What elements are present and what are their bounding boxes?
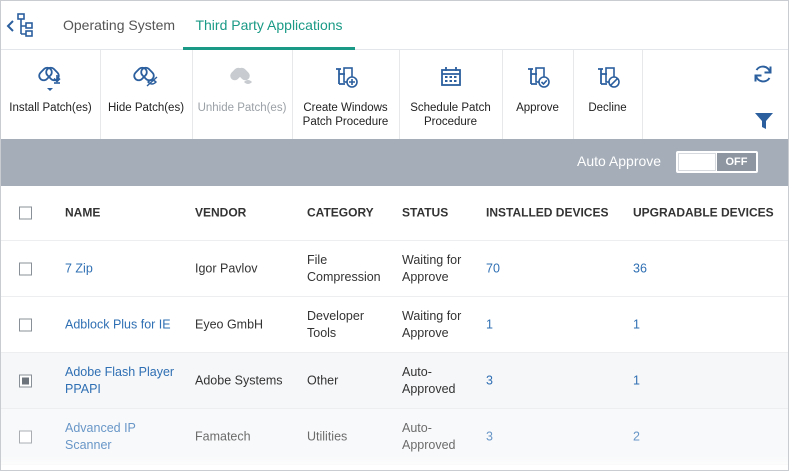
category-cell: Utilities [307, 428, 397, 445]
status-line-1: Waiting for [402, 308, 462, 323]
decline-label: Decline [588, 102, 627, 114]
category-line-1: Developer [307, 308, 364, 323]
status-cell: Auto- Approved [402, 420, 482, 454]
calendar-icon [440, 67, 461, 86]
installed-devices-link[interactable]: 1 [486, 316, 626, 333]
status-line-2: Approved [402, 437, 456, 452]
table-row[interactable]: Adobe Flash Player PPAPI Adobe Systems Ot… [1, 353, 788, 409]
auto-approve-label: Auto Approve [577, 153, 662, 169]
install-patch-icon [37, 66, 61, 91]
status-line-2: Approve [402, 325, 449, 340]
tab-third-party-applications[interactable]: Third Party Applications [183, 1, 355, 50]
label-line-2: Procedure [423, 116, 478, 128]
status-line-1: Auto- [402, 420, 432, 435]
vendor-cell: Igor Pavlov [195, 261, 258, 275]
vendor-cell: Eyeo GmbH [195, 317, 264, 331]
vendor-cell: Famatech [195, 429, 251, 443]
vendor-cell: Adobe Systems [195, 373, 283, 387]
name-line-1: 7 Zip [65, 261, 93, 275]
toggle-knob [678, 153, 716, 171]
decline-icon [597, 67, 620, 88]
table-row[interactable]: 7 Zip Igor Pavlov File Compression Waitin… [1, 241, 788, 297]
application-name-link[interactable]: Advanced IP Scanner [65, 420, 185, 454]
toolbar: Install Patch(es) Hide Patch(es) Unhide … [1, 50, 788, 139]
column-header-name[interactable]: NAME [65, 205, 185, 222]
auto-approve-bar: Auto Approve OFF [1, 139, 788, 186]
decline-button[interactable]: Decline [573, 50, 643, 139]
category-line-2: Tools [307, 325, 337, 340]
application-name-link[interactable]: Adobe Flash Player PPAPI [65, 364, 185, 398]
application-name-link[interactable]: 7 Zip [65, 260, 185, 277]
schedule-patch-procedure-label: Schedule Patch Procedure [399, 101, 502, 129]
applications-table: NAME VENDOR CATEGORY STATUS INSTALLED DE… [1, 186, 788, 465]
category-line-2: Compression [307, 269, 381, 284]
upgradable-devices-link[interactable]: 1 [633, 372, 783, 389]
row-checkbox[interactable] [19, 374, 32, 387]
filter-icon[interactable] [754, 112, 774, 130]
tab-operating-system[interactable]: Operating System [63, 1, 175, 49]
install-patches-button[interactable]: Install Patch(es) [1, 50, 101, 139]
status-line-1: Auto- [402, 364, 432, 379]
category-cell: File Compression [307, 252, 397, 286]
status-line-1: Waiting for [402, 252, 462, 267]
column-header-category[interactable]: CATEGORY [307, 205, 397, 222]
refresh-icon[interactable] [752, 63, 774, 85]
column-header-status[interactable]: STATUS [402, 205, 482, 222]
name-line-2: PPAPI [65, 381, 101, 396]
unhide-patches-button[interactable]: Unhide Patch(es) [192, 50, 293, 139]
column-header-upgradable-devices[interactable]: UPGRADABLE DEVICES [633, 205, 783, 222]
patch-management-panel: Operating System Third Party Application… [0, 0, 789, 471]
hide-patches-label: Hide Patch(es) [107, 102, 185, 114]
toggle-state: OFF [717, 153, 756, 171]
application-name-link[interactable]: Adblock Plus for IE [65, 316, 185, 333]
row-checkbox[interactable] [19, 318, 32, 331]
label-line-1: Schedule Patch [410, 102, 491, 114]
upgradable-devices-link[interactable]: 36 [633, 260, 783, 277]
auto-approve-toggle[interactable]: OFF [676, 151, 758, 173]
installed-devices-link[interactable]: 3 [486, 372, 626, 389]
label-line-2: Patch Procedure [302, 116, 389, 128]
column-header-installed-devices[interactable]: INSTALLED DEVICES [486, 205, 626, 222]
torn-edge-fade [1, 456, 788, 470]
category-line-1: File [307, 252, 328, 267]
name-line-1: Adblock Plus for IE [65, 317, 171, 331]
row-checkbox[interactable] [19, 262, 32, 275]
unhide-patch-icon [230, 67, 252, 84]
approve-button[interactable]: Approve [502, 50, 574, 139]
status-line-2: Approve [402, 269, 449, 284]
category-cell: Developer Tools [307, 308, 397, 342]
column-header-vendor[interactable]: VENDOR [195, 205, 300, 222]
hide-patches-button[interactable]: Hide Patch(es) [100, 50, 193, 139]
create-windows-patch-procedure-button[interactable]: Create Windows Patch Procedure [292, 50, 400, 139]
status-line-2: Approved [402, 381, 456, 396]
upgradable-devices-link[interactable]: 2 [633, 428, 783, 445]
row-checkbox[interactable] [19, 430, 32, 443]
install-patches-label: Install Patch(es) [9, 102, 92, 114]
tree-back-icon[interactable] [5, 11, 37, 39]
create-procedure-icon [335, 67, 358, 88]
schedule-patch-procedure-button[interactable]: Schedule Patch Procedure [399, 50, 503, 139]
name-line-1: Advanced IP [65, 420, 136, 435]
tab-bar: Operating System Third Party Application… [1, 1, 788, 50]
status-cell: Waiting for Approve [402, 308, 482, 342]
status-cell: Auto- Approved [402, 364, 482, 398]
label-line-1: Create Windows [303, 102, 388, 114]
hide-patch-icon [133, 66, 158, 87]
table-row[interactable]: Adblock Plus for IE Eyeo GmbH Developer T… [1, 297, 788, 353]
status-cell: Waiting for Approve [402, 252, 482, 286]
approve-icon [527, 67, 550, 88]
select-all-checkbox[interactable] [19, 206, 32, 220]
create-windows-patch-procedure-label: Create Windows Patch Procedure [292, 101, 399, 129]
category-cell: Other [307, 372, 397, 389]
installed-devices-link[interactable]: 70 [486, 260, 626, 277]
category-line-1: Other [307, 373, 339, 387]
category-line-1: Utilities [307, 429, 348, 443]
approve-label: Approve [516, 102, 559, 114]
name-line-1: Adobe Flash Player [65, 364, 175, 379]
upgradable-devices-link[interactable]: 1 [633, 316, 783, 333]
name-line-2: Scanner [65, 437, 112, 452]
unhide-patches-label: Unhide Patch(es) [197, 102, 287, 114]
installed-devices-link[interactable]: 3 [486, 428, 626, 445]
table-header: NAME VENDOR CATEGORY STATUS INSTALLED DE… [1, 186, 788, 241]
